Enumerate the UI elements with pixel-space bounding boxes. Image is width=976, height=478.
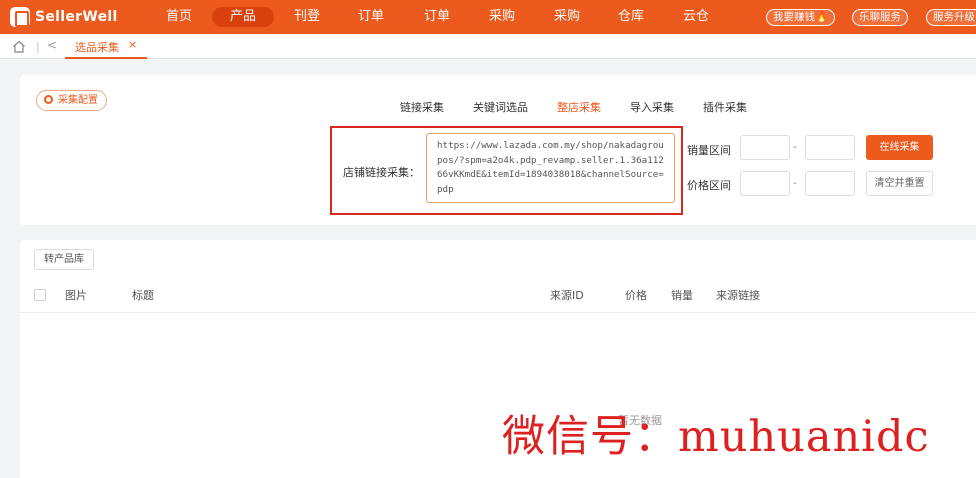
earn-money-pill[interactable]: 我要赚钱🔥 [766,9,836,26]
gear-icon [44,95,53,104]
close-icon[interactable]: × [128,38,137,51]
price-range-label: 价格区间 [687,179,731,192]
sales-range-max-input[interactable] [805,135,855,160]
column-header-price: 价格 [625,289,647,302]
range-separator: - [793,140,797,153]
tab-separator: | [36,40,40,53]
collect-config-button[interactable]: 采集配置 [36,90,107,111]
nav-item-listing[interactable]: 刊登 [290,7,324,27]
collect-panel: 采集配置 链接采集 关键词选品 整店采集 导入采集 插件采集 店铺链接采集： h… [20,75,976,225]
price-range-min-input[interactable] [740,171,790,196]
column-header-title: 标题 [132,289,154,302]
column-header-image: 图片 [65,289,87,302]
clear-reset-button[interactable]: 清空并重置 [866,171,933,196]
nav-item-warehouse[interactable]: 仓库 [614,7,648,27]
collect-config-label: 采集配置 [58,95,98,106]
nav-item-home[interactable]: 首页 [162,7,196,27]
nav-item-product[interactable]: 产品 [212,7,274,27]
range-separator: - [793,176,797,189]
table-header: 图片 标题 来源ID 价格 销量 来源链接 [20,278,976,313]
store-link-label: 店铺链接采集： [343,166,420,179]
service-upgrade-pill[interactable]: 服务升级 [926,9,976,26]
column-header-source-id: 来源ID [550,289,584,302]
store-link-input[interactable]: https://www.lazada.com.my/shop/nakadagro… [426,133,675,203]
price-range-max-input[interactable] [805,171,855,196]
sales-range-label: 销量区间 [687,144,731,157]
watermark-text: 微信号：muhuanidc [502,412,930,462]
select-all-checkbox[interactable] [34,289,46,301]
back-icon[interactable]: < [47,38,57,52]
nav-item-cloud-warehouse[interactable]: 云仓 [679,7,713,27]
tab-product-collect[interactable]: 选品采集 × [65,34,147,59]
brand-name: SellerWell [35,9,118,25]
chat-service-pill[interactable]: 乐聊服务 [852,9,908,26]
online-collect-button[interactable]: 在线采集 [866,135,933,160]
nav-item-orders-2[interactable]: 订单 [420,7,454,27]
logo-icon [10,7,30,27]
nav-item-orders[interactable]: 订单 [354,7,388,27]
top-nav-bar: SellerWell 首页 产品 刊登 订单 订单 采购 采购 仓库 云仓 我要… [0,0,976,34]
mode-tab-plugin-collect[interactable]: 插件采集 [703,99,747,115]
tab-label: 选品采集 [75,41,119,54]
column-header-sales: 销量 [671,289,693,302]
page-tab-strip: | < 选品采集 × [0,34,976,59]
mode-tab-store-collect[interactable]: 整店采集 [557,99,601,115]
column-header-source-link: 来源链接 [716,289,760,302]
nav-item-purchase-2[interactable]: 采购 [550,7,584,27]
mode-tab-import-collect[interactable]: 导入采集 [630,99,674,115]
mode-tab-keyword-select[interactable]: 关键词选品 [473,99,528,115]
home-icon[interactable] [12,40,26,53]
mode-tab-link-collect[interactable]: 链接采集 [400,99,444,115]
nav-item-purchase[interactable]: 采购 [485,7,519,27]
brand-logo[interactable]: SellerWell [10,6,118,28]
sales-range-min-input[interactable] [740,135,790,160]
convert-to-product-library-button[interactable]: 转产品库 [34,249,94,270]
